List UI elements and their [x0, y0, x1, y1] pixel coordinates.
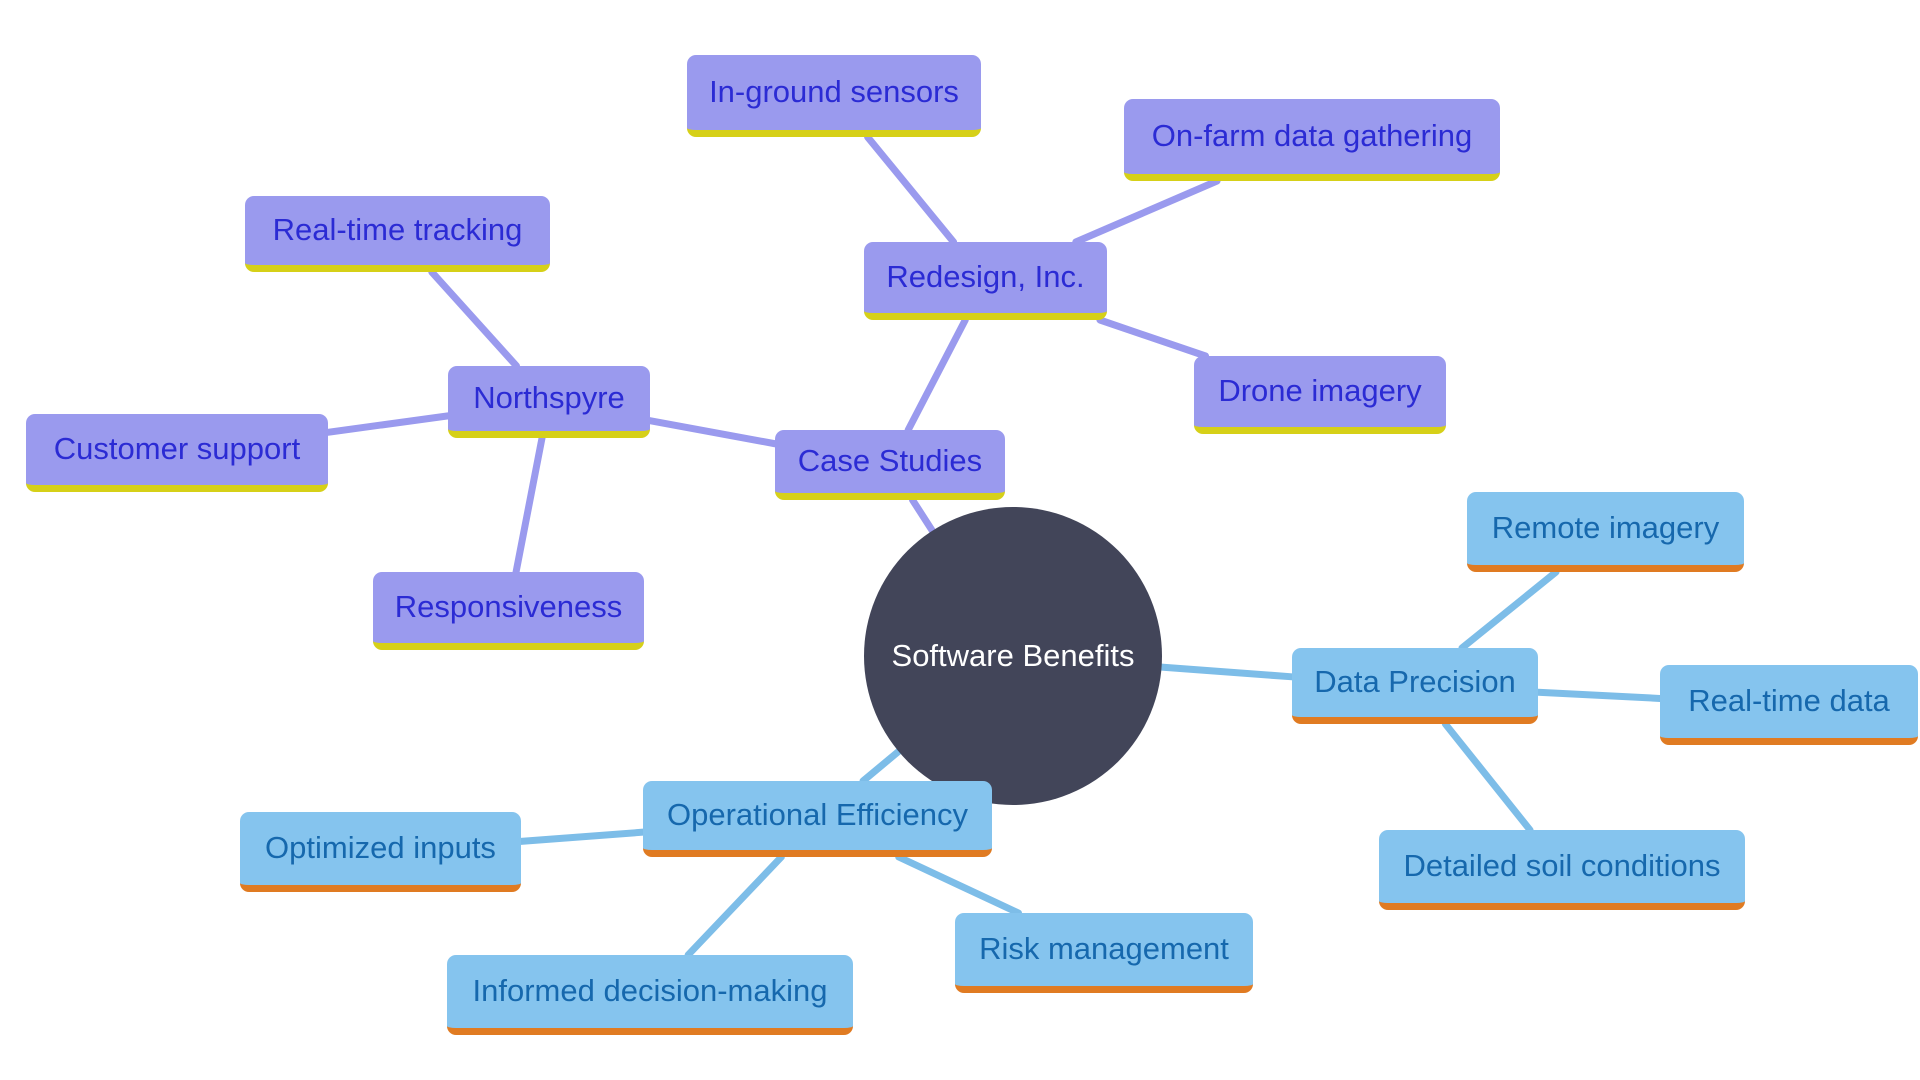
node-in_ground_sensors[interactable]: In-ground sensors: [687, 55, 981, 137]
edge-center-to-case_studies: [909, 496, 936, 535]
node-label: Customer support: [53, 431, 301, 467]
node-label: Data Precision: [1314, 664, 1516, 700]
edge-data_precision-to-remote_imagery: [1458, 568, 1560, 652]
node-label: Operational Efficiency: [667, 797, 968, 833]
node-responsiveness[interactable]: Responsiveness: [373, 572, 644, 650]
edge-case_studies-to-redesign_inc: [904, 316, 969, 434]
node-label: In-ground sensors: [709, 74, 959, 110]
node-remote_imagery[interactable]: Remote imagery: [1467, 492, 1744, 572]
node-case_studies[interactable]: Case Studies: [775, 430, 1005, 500]
node-drone_imagery[interactable]: Drone imagery: [1194, 356, 1446, 434]
node-label: On-farm data gathering: [1151, 118, 1473, 154]
node-real_time_tracking[interactable]: Real-time tracking: [245, 196, 550, 272]
node-label: Real-time tracking: [272, 212, 523, 248]
edge-center-to-operational_eff: [859, 747, 903, 785]
edge-case_studies-to-northspyre: [646, 417, 779, 448]
node-label: Optimized inputs: [265, 830, 496, 866]
edge-redesign_inc-to-in_ground_sensors: [864, 133, 958, 246]
edge-operational_eff-to-informed_decision: [684, 853, 785, 959]
node-label: Case Studies: [797, 443, 983, 479]
node-label: Detailed soil conditions: [1403, 848, 1721, 884]
node-label: Responsiveness: [394, 589, 623, 625]
edge-northspyre-to-real_time_tracking: [428, 268, 521, 370]
node-label: Remote imagery: [1491, 510, 1720, 546]
node-label: Risk management: [979, 931, 1229, 967]
mind-map-canvas: Software Benefits Case Studies Northspyre R…: [0, 0, 1920, 1080]
edge-operational_eff-to-optimized_inputs: [517, 828, 647, 845]
node-label: Informed decision-making: [472, 973, 828, 1009]
node-label: Redesign, Inc.: [886, 259, 1085, 295]
node-real_time_data[interactable]: Real-time data: [1660, 665, 1918, 745]
node-on_farm_data[interactable]: On-farm data gathering: [1124, 99, 1500, 181]
node-label: Real-time data: [1688, 683, 1890, 719]
edge-data_precision-to-detailed_soil: [1441, 720, 1534, 834]
edge-data_precision-to-real_time_data: [1534, 688, 1664, 702]
edge-northspyre-to-responsiveness: [512, 434, 546, 576]
node-northspyre[interactable]: Northspyre: [448, 366, 650, 438]
node-label: Northspyre: [473, 380, 625, 416]
edge-redesign_inc-to-on_farm_data: [1072, 177, 1221, 246]
node-optimized_inputs[interactable]: Optimized inputs: [240, 812, 521, 892]
edge-redesign_inc-to-drone_imagery: [1096, 316, 1210, 360]
node-detailed_soil[interactable]: Detailed soil conditions: [1379, 830, 1745, 910]
node-risk_management[interactable]: Risk management: [955, 913, 1253, 993]
edge-center-to-data_precision: [1158, 663, 1296, 681]
edge-operational_eff-to-risk_management: [895, 853, 1022, 917]
node-data_precision[interactable]: Data Precision: [1292, 648, 1538, 724]
center-node-label: Software Benefits: [891, 638, 1135, 673]
node-label: Drone imagery: [1218, 373, 1422, 409]
node-customer_support[interactable]: Customer support: [26, 414, 328, 492]
node-operational_eff[interactable]: Operational Efficiency: [643, 781, 992, 857]
node-redesign_inc[interactable]: Redesign, Inc.: [864, 242, 1107, 320]
center-node-software-benefits[interactable]: Software Benefits: [864, 507, 1162, 805]
edge-northspyre-to-customer_support: [324, 412, 452, 436]
node-informed_decision[interactable]: Informed decision-making: [447, 955, 853, 1035]
